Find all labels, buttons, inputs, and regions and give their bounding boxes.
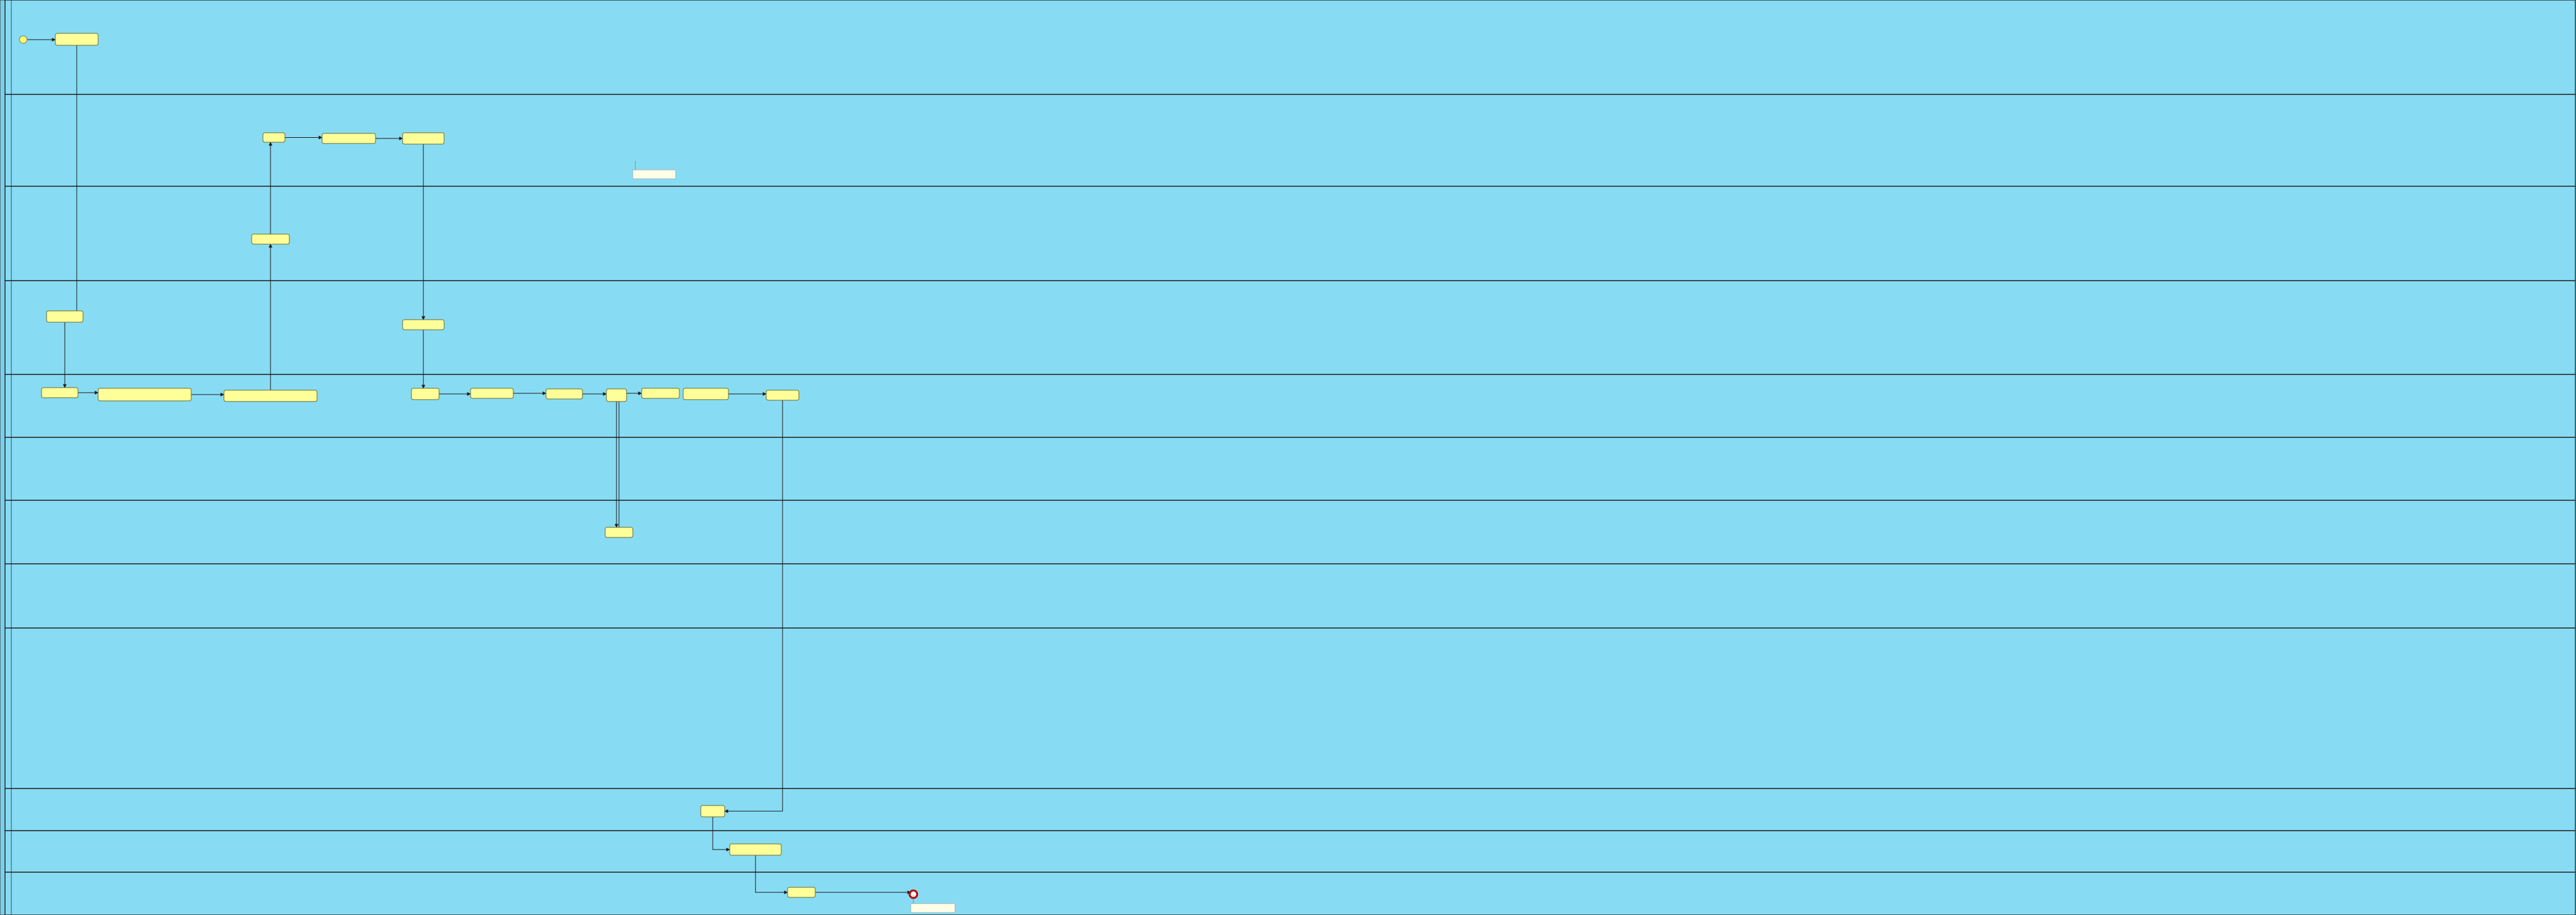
task-t11[interactable] bbox=[98, 388, 192, 401]
task-box[interactable] bbox=[46, 310, 84, 323]
swimlane-l5 bbox=[4, 374, 2576, 438]
task-box[interactable] bbox=[606, 388, 627, 402]
task-box[interactable] bbox=[411, 388, 440, 400]
task-box[interactable] bbox=[41, 387, 79, 398]
task-box[interactable] bbox=[470, 388, 514, 399]
task-t1[interactable] bbox=[55, 33, 99, 46]
task-box[interactable] bbox=[262, 132, 286, 143]
task-t13[interactable] bbox=[402, 319, 445, 330]
task-t14[interactable] bbox=[411, 388, 440, 400]
task-t22[interactable] bbox=[700, 805, 725, 817]
task-t12[interactable] bbox=[223, 390, 318, 402]
task-t23[interactable] bbox=[729, 843, 782, 856]
annotation-box bbox=[910, 903, 956, 913]
swimlane-l2 bbox=[4, 94, 2576, 187]
task-t9[interactable] bbox=[46, 310, 84, 323]
task-t18[interactable] bbox=[641, 388, 680, 399]
swimlane-l7 bbox=[4, 500, 2576, 564]
swimlane-l6 bbox=[4, 437, 2576, 501]
start-event[interactable] bbox=[19, 35, 28, 44]
swimlane-l12 bbox=[4, 872, 2576, 915]
task-box[interactable] bbox=[223, 390, 318, 402]
task-t21[interactable] bbox=[766, 390, 800, 401]
task-box[interactable] bbox=[251, 233, 290, 245]
swimlane-l3 bbox=[4, 186, 2576, 281]
task-t3[interactable] bbox=[321, 133, 376, 144]
task-box[interactable] bbox=[402, 132, 445, 145]
task-box[interactable] bbox=[787, 887, 816, 898]
task-box[interactable] bbox=[683, 388, 729, 400]
task-box[interactable] bbox=[55, 33, 99, 46]
task-box[interactable] bbox=[545, 388, 583, 400]
swimlane-l8 bbox=[4, 563, 2576, 629]
task-t20[interactable] bbox=[605, 527, 633, 538]
annotation-box bbox=[632, 169, 676, 179]
task-t2[interactable] bbox=[262, 132, 286, 143]
pool-header bbox=[0, 0, 6, 915]
swimlane-l1 bbox=[4, 0, 2576, 95]
task-t15[interactable] bbox=[470, 388, 514, 399]
swimlane-l9 bbox=[4, 627, 2576, 789]
task-t8[interactable] bbox=[251, 233, 290, 245]
task-box[interactable] bbox=[98, 388, 192, 401]
task-box[interactable] bbox=[402, 319, 445, 330]
swimlane-l11 bbox=[4, 830, 2576, 873]
swimlane-l4 bbox=[4, 280, 2576, 375]
task-t5[interactable] bbox=[787, 887, 816, 898]
task-t17[interactable] bbox=[606, 388, 627, 402]
task-box[interactable] bbox=[766, 390, 800, 401]
task-t19[interactable] bbox=[683, 388, 729, 400]
task-box[interactable] bbox=[321, 133, 376, 144]
task-box[interactable] bbox=[641, 388, 680, 399]
process-diagram bbox=[0, 0, 2576, 915]
swimlane-l10 bbox=[4, 788, 2576, 831]
task-box[interactable] bbox=[729, 843, 782, 856]
task-t10[interactable] bbox=[41, 387, 79, 398]
task-box[interactable] bbox=[700, 805, 725, 817]
task-box[interactable] bbox=[605, 527, 633, 538]
task-t4[interactable] bbox=[402, 132, 445, 145]
task-t16[interactable] bbox=[545, 388, 583, 400]
